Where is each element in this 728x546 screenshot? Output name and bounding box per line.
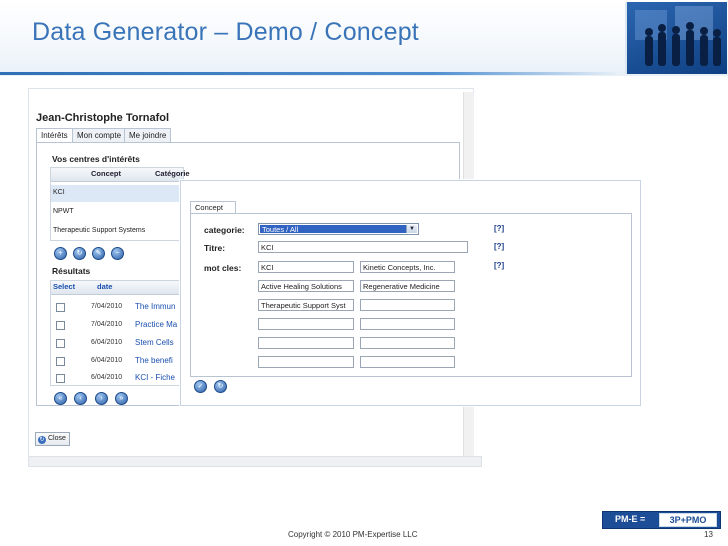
last-page-button[interactable]: »: [115, 392, 128, 405]
badge-left-text: PM-E =: [615, 514, 646, 524]
keyword-input[interactable]: [258, 337, 354, 349]
result-link[interactable]: KCI - Fiche: [135, 373, 175, 382]
interest-row[interactable]: Therapeutic Support Systems: [51, 223, 183, 240]
results-title: Résultats: [52, 266, 91, 276]
chevron-down-icon[interactable]: ▼: [406, 225, 417, 233]
help-icon[interactable]: [?]: [494, 224, 504, 233]
keyword-input[interactable]: Regenerative Medicine: [360, 280, 455, 292]
prev-page-button[interactable]: ‹: [74, 392, 87, 405]
result-date: 6/04/2010: [91, 357, 123, 364]
interests-title: Vos centres d'intérêts: [52, 154, 140, 164]
first-page-button[interactable]: «: [54, 392, 67, 405]
header-rule: [0, 72, 620, 75]
tab-me-joindre[interactable]: Me joindre: [124, 128, 172, 143]
result-row[interactable]: 6/04/2010 Stem Cells: [51, 335, 183, 352]
interest-row[interactable]: KCI: [51, 185, 183, 202]
column-header-select[interactable]: Select: [53, 282, 75, 291]
keyword-input[interactable]: Kinetic Concepts, Inc.: [360, 261, 455, 273]
column-header-concept[interactable]: Concept: [91, 169, 121, 178]
category-selected-value: Toutes / All: [260, 225, 407, 234]
interest-row[interactable]: NPWT: [51, 204, 183, 221]
remove-interest-button[interactable]: −: [111, 247, 124, 260]
result-checkbox[interactable]: [56, 303, 65, 312]
category-select[interactable]: Toutes / All ▼: [258, 223, 419, 235]
result-checkbox[interactable]: [56, 374, 65, 383]
user-name: Jean-Christophe Tornafol: [36, 112, 170, 124]
column-header-categorie[interactable]: Catégorie: [155, 169, 190, 178]
interest-label: NPWT: [53, 208, 74, 215]
keyword-input[interactable]: KCI: [258, 261, 354, 273]
cancel-concept-button[interactable]: ↻: [214, 380, 227, 393]
tab-mon-compte[interactable]: Mon compte: [72, 128, 127, 143]
page-number: 13: [704, 530, 713, 539]
close-icon: ↻: [38, 436, 46, 444]
save-concept-button[interactable]: ✓: [194, 380, 207, 393]
title-label: Titre:: [204, 243, 226, 253]
close-label: Close: [48, 435, 66, 442]
next-page-button[interactable]: ›: [95, 392, 108, 405]
result-row[interactable]: 7/04/2010 The Immun: [51, 299, 183, 316]
result-link[interactable]: Practice Ma: [135, 320, 177, 329]
result-row[interactable]: 6/04/2010 KCI - Fiche: [51, 371, 183, 385]
help-icon[interactable]: [?]: [494, 261, 504, 270]
result-link[interactable]: Stem Cells: [135, 338, 174, 347]
slide-title: Data Generator – Demo / Concept: [32, 18, 419, 46]
close-button[interactable]: ↻ Close: [35, 432, 70, 446]
interests-grid: Concept Catégorie KCI NPWT Therapeutic S…: [50, 167, 190, 241]
result-date: 6/04/2010: [91, 374, 123, 381]
add-interest-button[interactable]: +: [54, 247, 67, 260]
interests-grid-header: Concept Catégorie: [51, 168, 190, 182]
result-checkbox[interactable]: [56, 321, 65, 330]
result-date: 7/04/2010: [91, 321, 123, 328]
keyword-input[interactable]: Active Healing Solutions: [258, 280, 354, 292]
column-header-date[interactable]: date: [97, 282, 112, 291]
result-date: 6/04/2010: [91, 339, 123, 346]
keyword-input[interactable]: [258, 318, 354, 330]
keyword-input[interactable]: [360, 299, 455, 311]
keyword-input[interactable]: [258, 356, 354, 368]
status-bar: [28, 456, 482, 467]
keyword-input[interactable]: [360, 356, 455, 368]
keyword-input[interactable]: Therapeutic Support Syst: [258, 299, 354, 311]
concept-form: [190, 213, 632, 377]
title-input[interactable]: KCI: [258, 241, 468, 253]
copyright-text: Copyright © 2010 PM-Expertise LLC: [288, 530, 418, 539]
pme-badge: PM-E = 3P+PMO: [602, 511, 721, 529]
result-link[interactable]: The benefi: [135, 356, 173, 365]
refresh-interest-button[interactable]: ↻: [73, 247, 86, 260]
result-date: 7/04/2010: [91, 303, 123, 310]
keywords-label: mot cles:: [204, 263, 242, 273]
badge-right-text: 3P+PMO: [659, 513, 717, 527]
result-row[interactable]: 7/04/2010 Practice Ma: [51, 317, 183, 334]
interest-label: KCI: [53, 189, 65, 196]
category-label: categorie:: [204, 225, 245, 235]
tab-interets[interactable]: Intérêts: [36, 128, 73, 143]
help-icon[interactable]: [?]: [494, 242, 504, 251]
people-silhouette-logo: [625, 2, 727, 74]
result-link[interactable]: The Immun: [135, 302, 175, 311]
results-grid: Select date 7/04/2010 The Immun 7/04/201…: [50, 280, 184, 386]
edit-interest-button[interactable]: ✎: [92, 247, 105, 260]
results-grid-header: Select date: [51, 281, 183, 295]
result-row[interactable]: 6/04/2010 The benefi: [51, 353, 183, 370]
result-checkbox[interactable]: [56, 339, 65, 348]
keyword-input[interactable]: [360, 318, 455, 330]
keyword-input[interactable]: [360, 337, 455, 349]
interest-label: Therapeutic Support Systems: [53, 227, 146, 234]
result-checkbox[interactable]: [56, 357, 65, 366]
